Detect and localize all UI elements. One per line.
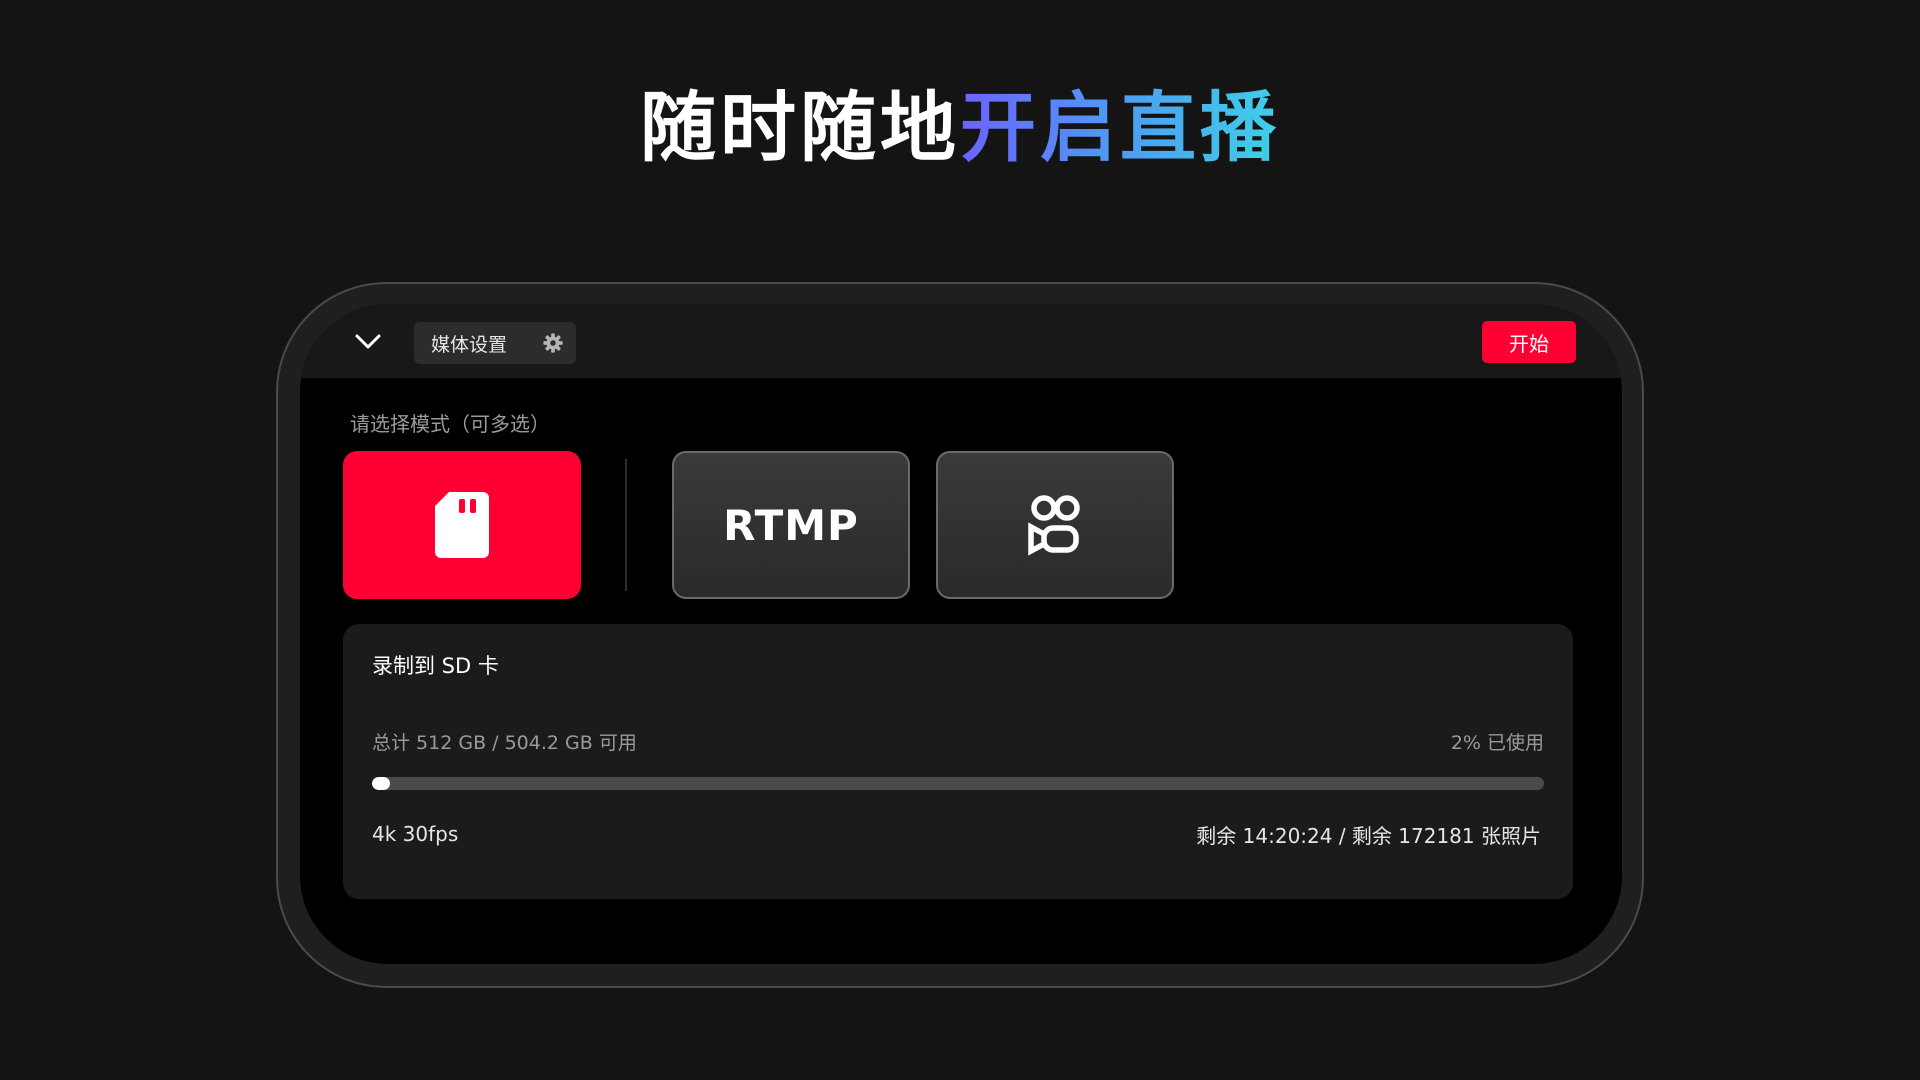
mode-hint: 请选择模式（可多选）	[350, 412, 550, 436]
storage-progress-fill	[372, 777, 390, 790]
storage-progress-bar	[372, 777, 1544, 790]
storage-summary: 总计 512 GB / 504.2 GB 可用	[372, 732, 637, 754]
sd-card-icon	[435, 492, 489, 558]
headline-plain: 随时随地	[640, 83, 960, 172]
panel-title: 录制到 SD 卡	[372, 654, 499, 678]
phone-screen: 媒体设置 开始 请选择模式（可多选） RTMP 录制到 SD 卡 总计 512 …	[300, 304, 1622, 964]
chevron-down-icon[interactable]	[352, 326, 384, 358]
mode-rtmp-button[interactable]: RTMP	[672, 451, 910, 599]
storage-usage: 2% 已使用	[1450, 732, 1544, 754]
video-format: 4k 30fps	[372, 822, 459, 846]
mode-camera-button[interactable]	[936, 451, 1174, 599]
gear-icon	[543, 333, 563, 353]
top-bar: 媒体设置 开始	[300, 304, 1622, 378]
headline-accent: 开启直播	[960, 83, 1280, 172]
mode-divider	[625, 459, 627, 591]
recording-info-panel: 录制到 SD 卡 总计 512 GB / 504.2 GB 可用 2% 已使用 …	[343, 624, 1573, 899]
media-settings-button[interactable]: 媒体设置	[414, 322, 576, 364]
video-camera-icon	[1028, 495, 1080, 556]
media-settings-label: 媒体设置	[431, 333, 508, 356]
mode-sd-card-button[interactable]	[343, 451, 581, 599]
remaining-capacity: 剩余 14:20:24 / 剩余 172181 张照片	[1196, 824, 1541, 848]
headline: 随时随地开启直播	[0, 82, 1920, 173]
start-button[interactable]: 开始	[1482, 321, 1576, 363]
